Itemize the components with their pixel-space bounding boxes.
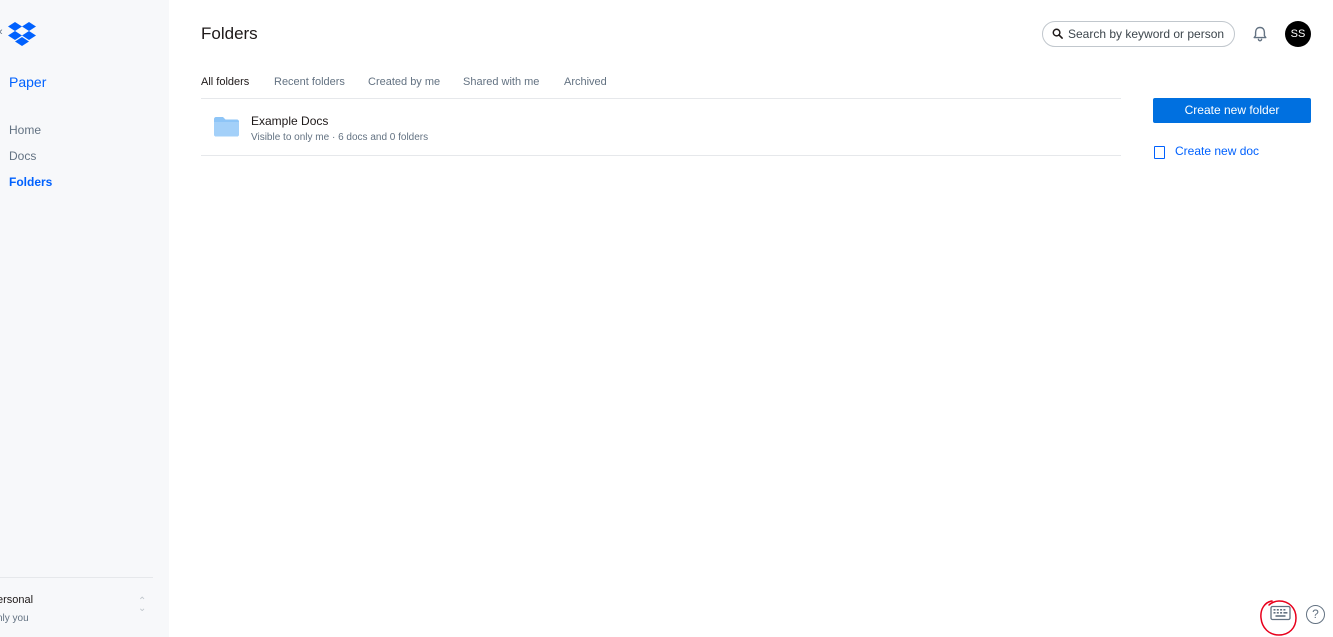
sidebar-nav: Home Docs Folders	[9, 122, 52, 200]
account-subtitle: nly you	[0, 613, 29, 624]
red-circle-annotation	[1260, 600, 1297, 636]
tab-archived[interactable]: Archived	[564, 76, 607, 99]
sidebar-item-docs[interactable]: Docs	[9, 148, 52, 174]
sidebar-item-home[interactable]: Home	[9, 122, 52, 148]
dropbox-icon	[8, 22, 36, 46]
search-box[interactable]	[1042, 21, 1235, 47]
folder-list-item[interactable]: Example Docs Visible to only me · 6 docs…	[201, 99, 1121, 156]
brand-paper[interactable]: Paper	[9, 74, 46, 90]
notifications-bell-icon[interactable]	[1251, 25, 1269, 43]
dropbox-logo[interactable]: ‹	[0, 20, 40, 48]
folder-meta: Visible to only me · 6 docs and 0 folder…	[251, 132, 429, 143]
create-new-folder-button[interactable]: Create new folder	[1153, 98, 1311, 123]
doc-icon	[1154, 146, 1165, 159]
avatar[interactable]: SS	[1285, 21, 1311, 47]
sidebar-divider	[0, 577, 153, 578]
tab-all-folders[interactable]: All folders	[201, 76, 250, 99]
search-input[interactable]	[1068, 26, 1228, 42]
folder-icon	[214, 117, 239, 137]
page-title: Folders	[201, 24, 258, 43]
chevron-up-down-icon[interactable]: ⌃ ⌄	[138, 597, 146, 614]
account-name: ersonal	[0, 594, 34, 606]
tab-created-by-me[interactable]: Created by me	[368, 76, 440, 99]
search-icon	[1052, 28, 1063, 39]
help-icon[interactable]: ?	[1306, 605, 1325, 624]
tab-recent-folders[interactable]: Recent folders	[274, 76, 345, 99]
tab-shared-with-me[interactable]: Shared with me	[463, 76, 539, 99]
create-new-doc-label: Create new doc	[1175, 144, 1260, 158]
sidebar-item-folders[interactable]: Folders	[9, 174, 52, 200]
sidebar: ‹ Paper Home Docs Folders ersonal nly yo…	[0, 0, 169, 637]
collapse-sidebar-icon[interactable]: ‹	[0, 26, 3, 38]
folder-name[interactable]: Example Docs	[251, 114, 328, 128]
